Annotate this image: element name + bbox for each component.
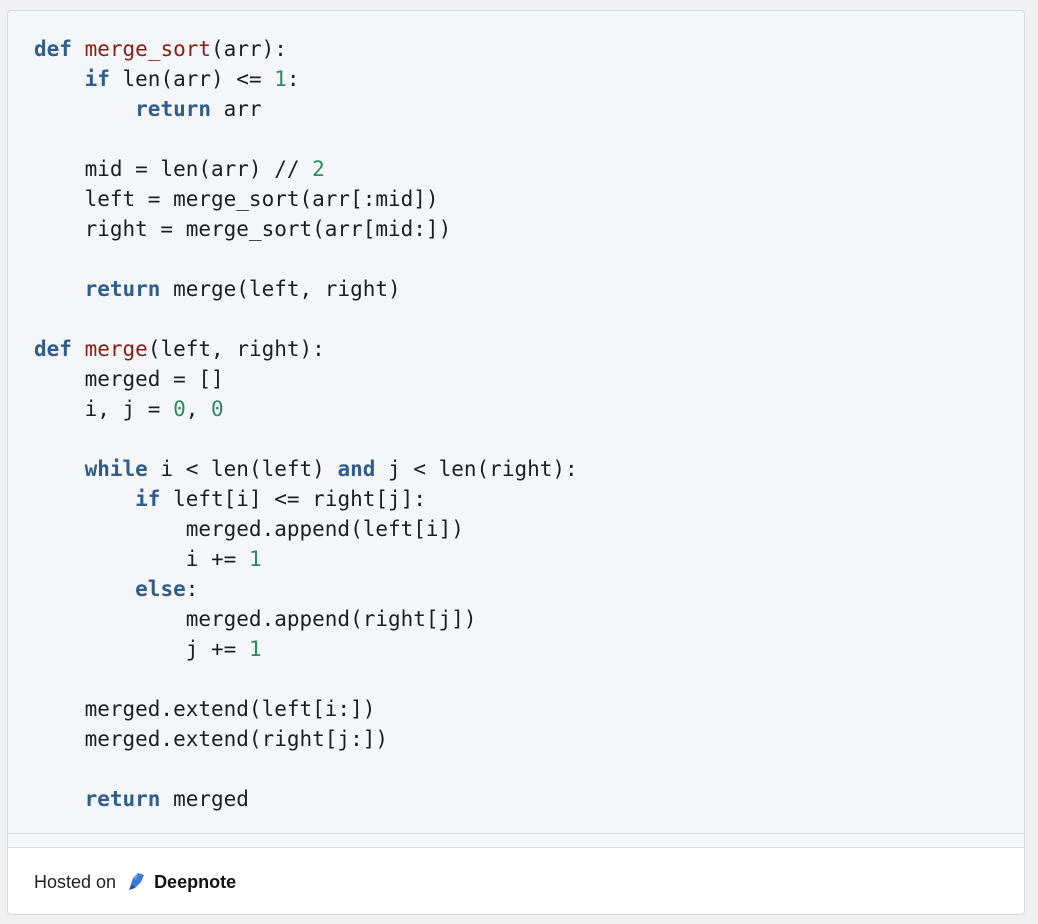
code-token: i, j =: [34, 397, 174, 421]
code-token: merged = []: [34, 367, 224, 391]
code-line: return merge(left, right): [34, 274, 1024, 304]
code-token: and: [337, 457, 376, 481]
code-line: def merge(left, right):: [34, 334, 1024, 364]
code-token: if: [84, 67, 110, 91]
code-line: def merge_sort(arr):: [34, 34, 1024, 64]
divider: [8, 833, 1024, 848]
code-token: merge_sort: [84, 37, 212, 61]
code-token: merged.extend(right[j:]): [34, 727, 389, 751]
code-line: if left[i] <= right[j]:: [34, 484, 1024, 514]
embed-container: def merge_sort(arr): if len(arr) <= 1: r…: [7, 10, 1025, 915]
code-token: i +=: [34, 547, 249, 571]
code-token: right = merge_sort(arr[mid:]): [34, 217, 452, 241]
code-line: merged.extend(left[i:]): [34, 694, 1024, 724]
code-token: merged.append(left[i]): [34, 517, 464, 541]
deepnote-brand-link[interactable]: Deepnote: [154, 872, 236, 893]
code-token: ,: [185, 397, 212, 421]
code-line: i += 1: [34, 544, 1024, 574]
code-token: while: [84, 457, 148, 481]
code-token: len(arr) <=: [109, 67, 275, 91]
footer: Hosted on Deepnote: [8, 848, 1024, 914]
code-token: merged.append(right[j]): [34, 607, 477, 631]
code-token: return: [135, 97, 212, 121]
code-token: 2: [312, 157, 325, 181]
code-line: merged = []: [34, 364, 1024, 394]
code-token: mid = len(arr) //: [34, 157, 313, 181]
code-line: left = merge_sort(arr[:mid]): [34, 184, 1024, 214]
code-token: if: [135, 487, 161, 511]
code-token: i < len(left): [147, 457, 338, 481]
code-line: merged.append(left[i]): [34, 514, 1024, 544]
code-block: def merge_sort(arr): if len(arr) <= 1: r…: [8, 11, 1024, 833]
code-line: merged.extend(right[j:]): [34, 724, 1024, 754]
code-token: def: [34, 337, 72, 361]
code-token: :: [185, 577, 199, 601]
code-token: j +=: [34, 637, 249, 661]
code-line: j += 1: [34, 634, 1024, 664]
code-token: return: [84, 787, 161, 811]
deepnote-logo-icon[interactable]: [124, 870, 148, 894]
code-token: 0: [211, 397, 224, 421]
code-line: merged.append(right[j]): [34, 604, 1024, 634]
code-line: i, j = 0, 0: [34, 394, 1024, 424]
code-token: (arr):: [211, 37, 287, 61]
code-token: merged.extend(left[i:]): [34, 697, 376, 721]
code-token: merge: [84, 337, 148, 361]
code-token: merge(left, right): [160, 277, 401, 301]
code-token: else: [135, 577, 186, 601]
code-line: right = merge_sort(arr[mid:]): [34, 214, 1024, 244]
code-token: left = merge_sort(arr[:mid]): [34, 187, 439, 211]
code-token: (left, right):: [147, 337, 325, 361]
code-line: return merged: [34, 784, 1024, 814]
code-token: 1: [274, 67, 287, 91]
code-line: mid = len(arr) // 2: [34, 154, 1024, 184]
code-token: 1: [248, 637, 262, 661]
code-line: else:: [34, 574, 1024, 604]
code-line: while i < len(left) and j < len(right):: [34, 454, 1024, 484]
code-line: if len(arr) <= 1:: [34, 64, 1024, 94]
code-token: :: [286, 67, 300, 91]
code-token: merged: [160, 787, 249, 811]
code-token: return: [84, 277, 161, 301]
code-token: def: [34, 37, 72, 61]
code-token: 1: [248, 547, 262, 571]
code-token: arr: [211, 97, 262, 121]
code-token: left[i] <= right[j]:: [160, 487, 426, 511]
hosted-on-label: Hosted on: [34, 871, 117, 892]
code-token: 0: [173, 397, 186, 421]
code-token: j < len(right):: [375, 457, 578, 481]
code-line: return arr: [34, 94, 1024, 124]
